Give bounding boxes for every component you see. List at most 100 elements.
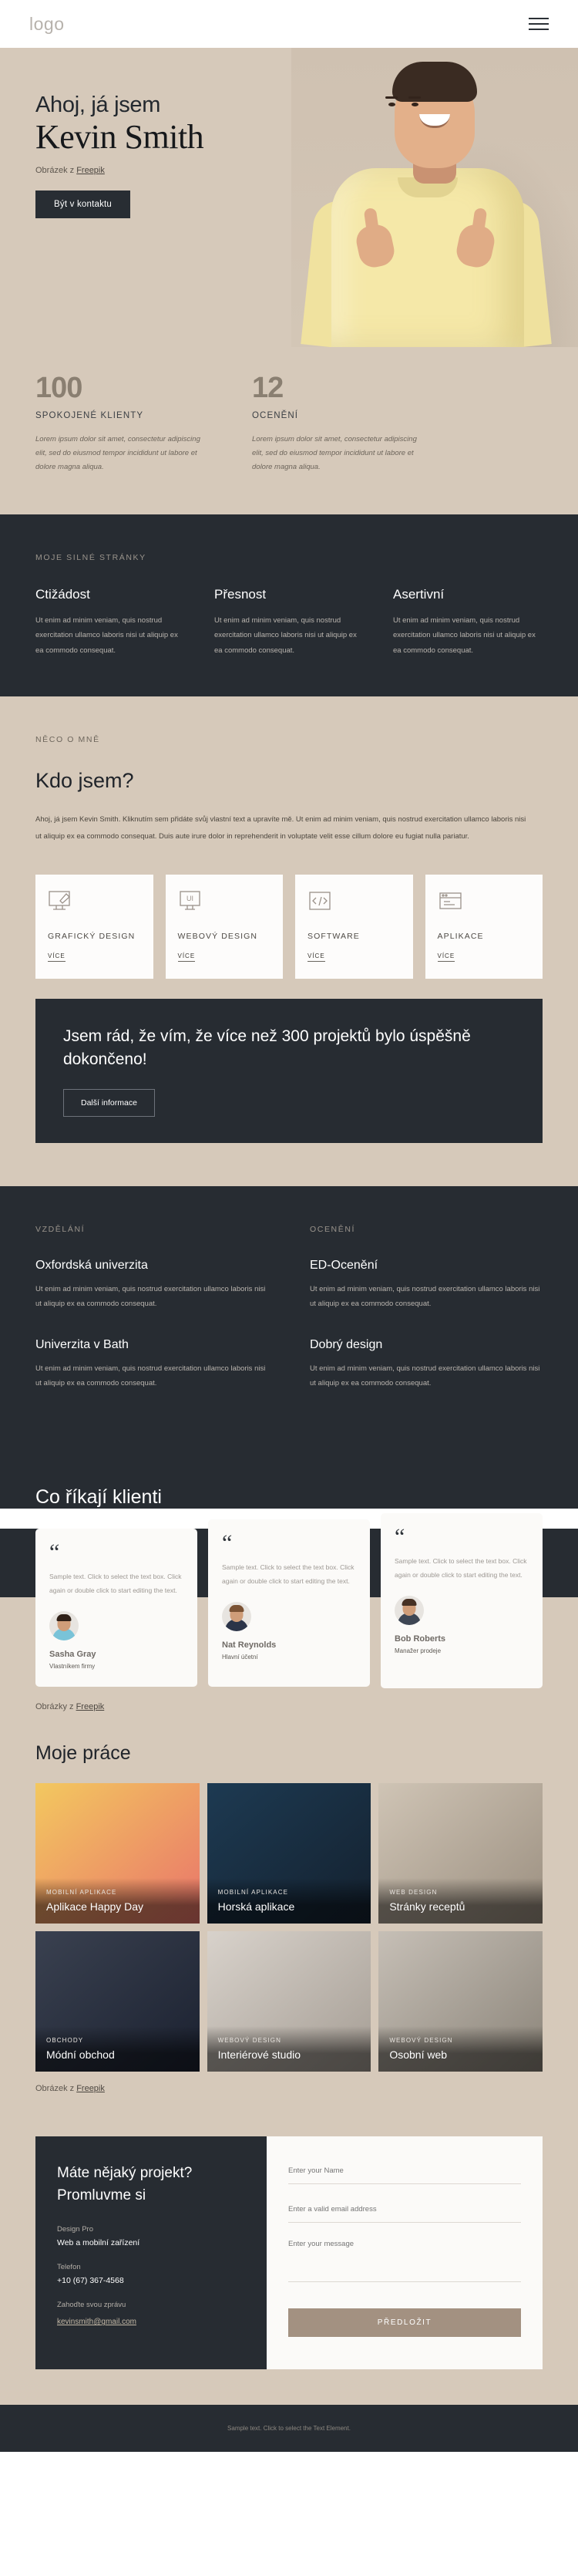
name-input[interactable] [288, 2166, 521, 2176]
credit-prefix: Obrázek z [35, 2084, 77, 2094]
service-card-software[interactable]: SOFTWARE VÍCE [295, 874, 413, 979]
more-info-button[interactable]: Další informace [63, 1088, 155, 1117]
stat-item: 100 SPOKOJENÉ KLIENTY Lorem ipsum dolor … [35, 373, 201, 474]
portfolio-item[interactable]: WEBOVÝ DESIGN Osobní web [378, 1931, 543, 2072]
contact-company-value: Web a mobilní zařízení [57, 2238, 140, 2248]
education-item-body: Ut enim ad minim veniam, quis nostrud ex… [35, 1284, 266, 1309]
portfolio-name: Interiérové studio [217, 2048, 301, 2062]
portfolio-name: Osobní web [389, 2048, 448, 2062]
name-field-wrap [288, 2163, 521, 2185]
contact-company-label: Design Pro [57, 2225, 93, 2234]
strength-item: Asertivní Ut enim ad minim veniam, quis … [393, 587, 543, 658]
portfolio-item[interactable]: MOBILNÍ APLIKACE Horská aplikace [207, 1783, 371, 1924]
strength-item: Ctižádost Ut enim ad minim veniam, quis … [35, 587, 185, 658]
service-card-more-link[interactable]: VÍCE [307, 953, 325, 962]
service-card-more-link[interactable]: VÍCE [177, 953, 196, 962]
portfolio-category: OBCHODY [46, 2037, 84, 2045]
testimonial-card: “ Sample text. Click to select the text … [381, 1513, 543, 1689]
portfolio-category: MOBILNÍ APLIKACE [217, 1889, 289, 1897]
about-title: Kdo jsem? [35, 769, 134, 793]
testimonials-section: “ Sample text. Click to select the text … [0, 1513, 578, 1720]
message-field-wrap [288, 2240, 521, 2283]
page-root: logo Ahoj, já jsem Kevin Smith Obrázek z… [0, 0, 578, 2453]
stat-number: 100 [35, 372, 82, 404]
about-body: Ahoj, já jsem Kevin Smith. Kliknutím sem… [35, 815, 526, 841]
contact-form-panel: PŘEDLOŽIT [267, 2136, 543, 2370]
cta-title: Jsem rád, že vím, že více než 300 projek… [63, 1027, 471, 1069]
awards-column: OCENĚNÍ ED-Ocenění Ut enim ad minim veni… [310, 1225, 543, 1418]
hero-greeting: Ahoj, já jsem [35, 93, 161, 117]
quote-icon: “ [222, 1530, 233, 1556]
service-card-title: GRAFICKÝ DESIGN [48, 931, 136, 941]
stat-description: Lorem ipsum dolor sit amet, consectetur … [35, 434, 200, 471]
contact-phone-value[interactable]: +10 (67) 367-4568 [57, 2276, 245, 2285]
hero-name: Kevin Smith [35, 118, 204, 156]
stats-section: 100 SPOKOJENÉ KLIENTY Lorem ipsum dolor … [0, 347, 578, 514]
service-card-more-link[interactable]: VÍCE [48, 953, 66, 962]
strength-title: Ctižádost [35, 586, 90, 602]
portfolio-section: Moje práce MOBILNÍ APLIKACE Aplikace Hap… [0, 1719, 578, 2102]
testimonial-name: Nat Reynolds [222, 1640, 277, 1650]
education-item: Univerzita v Bath Ut enim ad minim venia… [35, 1338, 268, 1391]
stat-description: Lorem ipsum dolor sit amet, consectetur … [252, 434, 417, 471]
portfolio-item[interactable]: WEBOVÝ DESIGN Interiérové studio [207, 1931, 371, 2072]
get-in-touch-button[interactable]: Být v kontaktu [35, 191, 131, 219]
testimonial-name: Bob Roberts [395, 1634, 445, 1644]
portfolio-name: Stránky receptů [389, 1900, 465, 1913]
email-field-wrap [288, 2201, 521, 2224]
avatar [49, 1611, 79, 1641]
hero-image-credit: Obrázek z Freepik [35, 166, 308, 175]
site-footer: Sample text. Click to select the Text El… [0, 2405, 578, 2453]
hero-section: Ahoj, já jsem Kevin Smith Obrázek z Free… [0, 48, 578, 347]
site-header: logo [0, 0, 578, 48]
portfolio-item[interactable]: OBCHODY Módní obchod [35, 1931, 200, 2072]
testimonial-card: “ Sample text. Click to select the text … [35, 1529, 197, 1688]
testimonial-text: Sample text. Click to select the text bo… [222, 1563, 355, 1585]
email-input[interactable] [288, 2205, 521, 2214]
portfolio-name: Módní obchod [46, 2048, 115, 2062]
testimonials-header: Co říkají klienti [0, 1455, 578, 1509]
education-eyebrow: VZDĚLÁNÍ [35, 1224, 86, 1234]
service-card-apps[interactable]: APLIKACE VÍCE [425, 874, 543, 979]
award-item-title: Dobrý design [310, 1337, 383, 1351]
award-item: ED-Ocenění Ut enim ad minim veniam, quis… [310, 1259, 543, 1312]
hamburger-icon[interactable] [529, 18, 549, 30]
avatar [395, 1596, 424, 1626]
testimonial-card: “ Sample text. Click to select the text … [208, 1519, 370, 1688]
svg-text:UI: UI [187, 895, 193, 902]
message-textarea[interactable] [288, 2240, 521, 2271]
portfolio-category: WEBOVÝ DESIGN [217, 2037, 281, 2045]
strengths-section: MOJE SILNÉ STRÁNKY Ctižádost Ut enim ad … [0, 514, 578, 697]
freepik-link[interactable]: Freepik [76, 166, 105, 175]
portfolio-name: Aplikace Happy Day [46, 1900, 144, 1913]
portfolio-item[interactable]: WEB DESIGN Stránky receptů [378, 1783, 543, 1924]
freepik-link[interactable]: Freepik [76, 2084, 105, 2093]
strength-body: Ut enim ad minim veniam, quis nostrud ex… [393, 615, 536, 655]
contact-company: Design Pro Web a mobilní zařízení [57, 2225, 245, 2247]
contact-title: Máte nějaký projekt? Promluvme si [57, 2165, 193, 2203]
contact-email-link[interactable]: kevinsmith@gmail.com [57, 2318, 136, 2326]
education-item-title: Oxfordská univerzita [35, 1258, 148, 1272]
portfolio-category: WEBOVÝ DESIGN [389, 2037, 453, 2045]
service-card-web-design[interactable]: UI WEBOVÝ DESIGN VÍCE [165, 874, 283, 979]
portfolio-category: MOBILNÍ APLIKACE [46, 1889, 117, 1897]
freepik-link[interactable]: Freepik [76, 1702, 105, 1711]
service-card-graphic-design[interactable]: GRAFICKÝ DESIGN VÍCE [35, 874, 153, 979]
testimonial-text: Sample text. Click to select the text bo… [395, 1557, 527, 1579]
strength-body: Ut enim ad minim veniam, quis nostrud ex… [35, 615, 178, 655]
award-item-body: Ut enim ad minim veniam, quis nostrud ex… [310, 1364, 540, 1387]
strength-title: Přesnost [214, 586, 267, 602]
submit-button[interactable]: PŘEDLOŽIT [288, 2308, 521, 2338]
service-card-more-link[interactable]: VÍCE [437, 953, 455, 962]
quote-icon: “ [395, 1524, 405, 1550]
award-item: Dobrý design Ut enim ad minim veniam, qu… [310, 1338, 543, 1391]
site-logo[interactable]: logo [29, 14, 64, 35]
award-item-body: Ut enim ad minim veniam, quis nostrud ex… [310, 1284, 540, 1309]
portfolio-item[interactable]: MOBILNÍ APLIKACE Aplikace Happy Day [35, 1783, 200, 1924]
code-icon [307, 890, 334, 913]
education-item-body: Ut enim ad minim veniam, quis nostrud ex… [35, 1364, 266, 1387]
app-window-icon [438, 890, 464, 913]
contact-email-label: Zahoďte svou zprávu [57, 2301, 126, 2310]
awards-eyebrow: OCENĚNÍ [310, 1224, 356, 1234]
about-eyebrow: NĚCO O MNĚ [35, 735, 100, 745]
